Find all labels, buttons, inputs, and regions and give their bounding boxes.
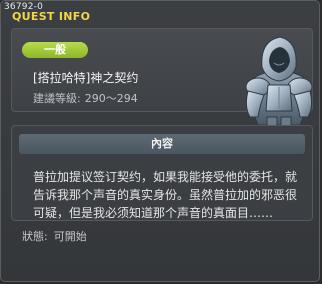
hooded-knight-icon	[234, 33, 322, 133]
quest-info-window: 36792-0 QUEST INFO 一般 [搭拉哈特]神之契约 建議等級: 29…	[0, 0, 320, 282]
level-label: 建議等級:	[33, 92, 81, 105]
quest-header-panel: 一般 [搭拉哈特]神之契约 建議等級: 290～294	[11, 28, 313, 130]
status-row: 狀態: 可開始	[22, 230, 87, 244]
level-requirement: 建議等級: 290～294	[33, 93, 138, 105]
content-header: 內容	[19, 134, 305, 154]
category-badge: 一般	[22, 42, 88, 58]
quest-name: [搭拉哈特]神之契约	[33, 71, 139, 85]
window-title: QUEST INFO	[12, 10, 91, 23]
level-value: 290～294	[84, 92, 138, 105]
content-panel: 內容 普拉加提议签订契约，如果我能接受他的委托，就告诉我那个声音的真实身份。虽然…	[11, 125, 313, 221]
content-body: 普拉加提议签订契约，如果我能接受他的委托，就告诉我那个声音的真实身份。虽然普拉加…	[33, 170, 298, 220]
status-label: 狀態:	[22, 230, 48, 243]
status-value: 可開始	[53, 230, 87, 243]
title-bar[interactable]: 36792-0 QUEST INFO	[1, 1, 319, 27]
